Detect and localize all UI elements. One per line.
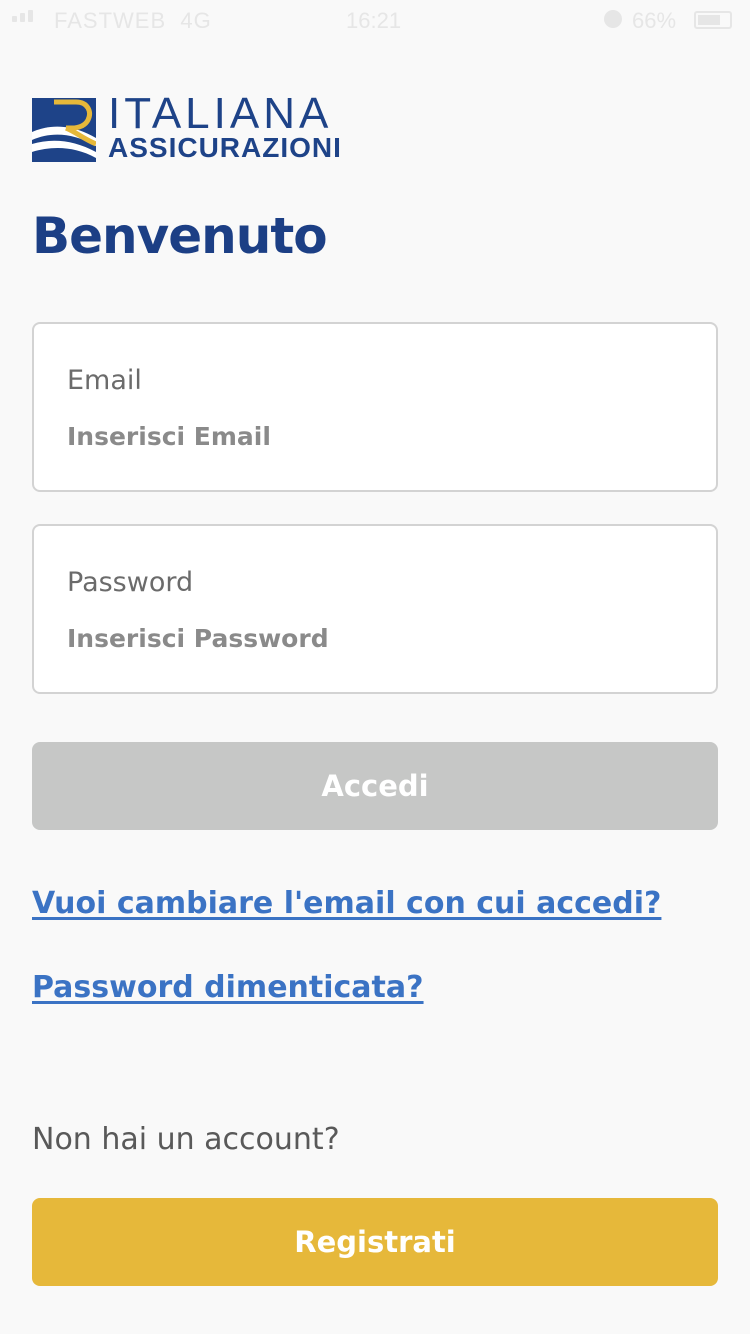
forgot-password-link[interactable]: Password dimenticata? xyxy=(32,968,424,1008)
carrier-label: FASTWEB 4G xyxy=(54,8,212,33)
battery-percent: 66% xyxy=(632,8,677,33)
password-field[interactable]: Password xyxy=(32,524,718,694)
change-email-link[interactable]: Vuoi cambiare l'email con cui accedi? xyxy=(32,884,661,924)
signal-icon xyxy=(12,10,33,22)
email-field[interactable]: Email xyxy=(32,322,718,492)
login-screen: FASTWEB 4G 16:21 66% ITALIANA ASSICURAZI… xyxy=(0,0,750,1334)
logo-text-italiana: ITALIANA xyxy=(108,89,333,138)
clock: 16:21 xyxy=(346,8,402,33)
logo-mark-icon xyxy=(32,98,96,162)
no-account-text: Non hai un account? xyxy=(32,1122,340,1157)
status-bar: FASTWEB 4G 16:21 66% xyxy=(0,0,750,40)
italiana-assicurazioni-logo: ITALIANA ASSICURAZIONI xyxy=(32,90,402,164)
password-input[interactable] xyxy=(67,618,667,658)
logo-text-assicurazioni: ASSICURAZIONI xyxy=(108,132,342,163)
page-title: Benvenuto xyxy=(32,207,328,265)
register-button[interactable]: Registrati xyxy=(32,1198,718,1286)
password-label: Password xyxy=(67,567,194,598)
battery-icon xyxy=(694,11,732,29)
login-button[interactable]: Accedi xyxy=(32,742,718,830)
alarm-icon xyxy=(604,10,622,28)
email-label: Email xyxy=(67,365,142,396)
email-input[interactable] xyxy=(67,416,667,456)
